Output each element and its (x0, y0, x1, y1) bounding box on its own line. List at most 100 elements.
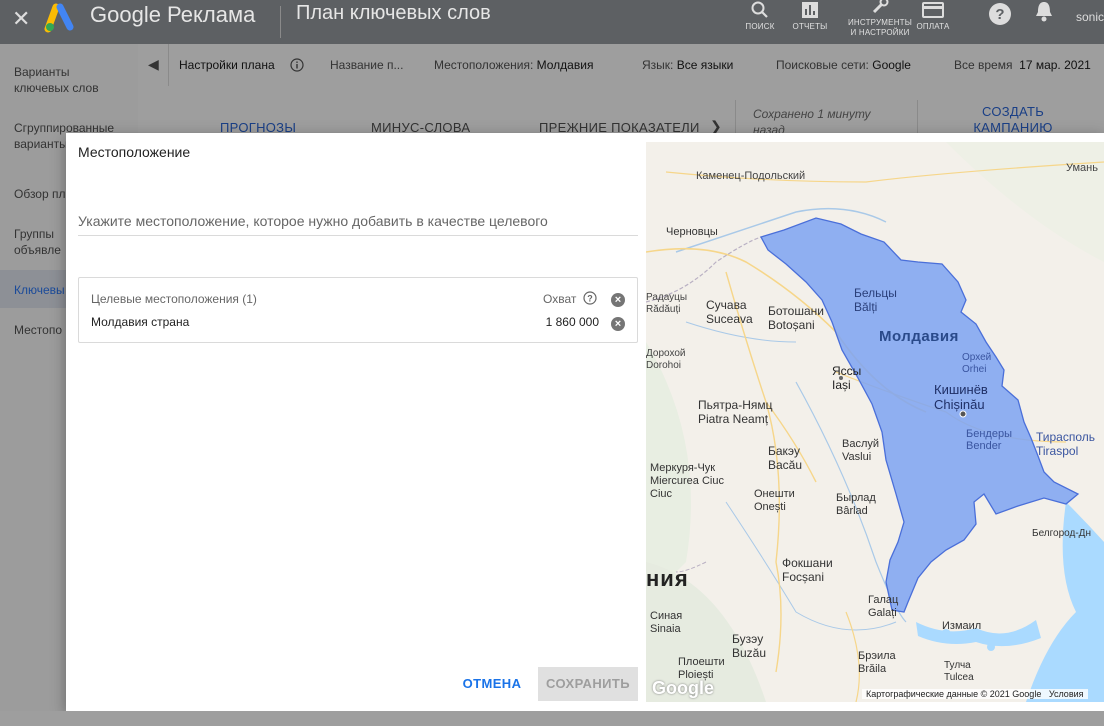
user-account[interactable]: sonic (1076, 10, 1104, 24)
tools-button[interactable]: ИНСТРУМЕНТЫ И НАСТРОЙКИ (845, 0, 915, 38)
plan-name[interactable]: Название п... (330, 58, 403, 72)
sidebar-item-plan-overview[interactable]: Обзор пл (14, 186, 66, 202)
map-label-orhei: Орхей Orhei (962, 352, 991, 376)
reports-icon (802, 2, 818, 18)
brand-name: Google Реклама (90, 2, 256, 27)
info-icon[interactable] (290, 58, 304, 72)
networks-value: Google (872, 58, 911, 72)
reach-header: Охват (543, 292, 577, 306)
help-circle-icon[interactable]: ? (583, 291, 597, 305)
map-label-romania-partial: ния (646, 566, 689, 591)
search-icon (751, 1, 768, 18)
plan-settings-label[interactable]: Настройки плана (179, 58, 275, 72)
map-attribution-text: Картографические данные © 2021 Google (866, 689, 1042, 699)
title-divider (280, 6, 281, 38)
reports-label: ОТЧЕТЫ (792, 22, 828, 31)
map-label-buzau-ru: Бузэу (732, 632, 764, 646)
map-label-miercurea-ciuc: Меркуря-Чук Miercurea Ciuc Ciuc (650, 462, 724, 501)
map-label-suceava: Сучава Suceava (706, 298, 753, 326)
create-campaign-line1: СОЗДАТЬ (981, 104, 1045, 119)
map-label-iasi-ru: Яссы (832, 364, 862, 378)
map-label-sinaia-ru: Синая (650, 610, 683, 622)
sidebar-item-ad-groups[interactable]: Группы объявле (14, 226, 74, 258)
map-label-botosani-ro: Botoșani (768, 318, 815, 332)
dialog-title: Местоположение (78, 144, 191, 160)
map-label-sinaia: Синая Sinaia (650, 610, 682, 636)
reports-button[interactable]: ОТЧЕТЫ (790, 0, 830, 32)
create-campaign-button[interactable]: СОЗДАТЬ КАМПАНИЮ (968, 104, 1058, 136)
sidebar-item-locations[interactable]: Местопо (14, 322, 62, 338)
map-label-vaslui-ro: Vaslui (842, 451, 872, 463)
map-label-onesti: Онешти Onești (754, 488, 795, 514)
map-label-ciuc: Ciuc (650, 488, 673, 500)
map-label-dorohoi-ru: Дорохой (646, 348, 686, 359)
locations-label: Местоположения: (434, 58, 534, 72)
map-label-izmail: Измаил (942, 620, 982, 632)
location-map[interactable]: Каменец-Подольский Умань Черновцы Радауц… (646, 142, 1104, 702)
map-label-piatra-neamt: Пьятра-Нямц Piatra Neamț (698, 398, 773, 426)
map-label-iasi: Яссы Iași (832, 364, 861, 392)
svg-text:?: ? (995, 6, 1004, 23)
remove-all-icon[interactable]: × (611, 293, 625, 307)
map-label-chisinau: Кишинёв Chișinău (934, 382, 988, 412)
collapse-arrow-icon[interactable]: ◀ (148, 56, 159, 73)
plan-networks-filter[interactable]: Поисковые сети: Google (776, 58, 911, 72)
billing-label: ОПЛАТА (916, 22, 950, 31)
date-range-label: Все время (954, 58, 1013, 72)
map-label-piatra-neamt-ru: Пьятра-Нямц (698, 398, 773, 412)
plan-date-range[interactable]: Все время 17 мар. 2021 (954, 58, 1091, 72)
location-dialog: Местоположение Целевые местоположения (1… (66, 133, 1104, 711)
map-label-tulcea-ro: Tulcea (944, 672, 974, 683)
map-terms-link[interactable]: Условия (1049, 689, 1084, 699)
map-label-radauti-ru: Радауцы (646, 292, 688, 303)
remove-location-icon[interactable]: × (611, 317, 625, 331)
cancel-button[interactable]: ОТМЕНА (460, 667, 524, 701)
map-label-kamianets: Каменец-Подольский (696, 170, 806, 182)
map-label-vaslui: Васлуй Vaslui (842, 438, 879, 464)
billing-button[interactable]: ОПЛАТА (910, 0, 956, 32)
bottom-strip (0, 711, 1104, 726)
map-label-galati: Галац Galați (868, 594, 898, 620)
map-label-braila: Брэила Brăila (858, 650, 896, 676)
help-icon[interactable]: ? (988, 2, 1012, 26)
target-location-reach: 1 860 000 (545, 315, 599, 329)
map-label-radauti: Радауцы Rădăuți (646, 292, 687, 316)
map-label-bacau-ru: Бакэу (768, 444, 801, 458)
map-label-sinaia-ro: Sinaia (650, 623, 681, 635)
targeted-locations-header: Целевые местоположения (1) (91, 292, 257, 306)
map-label-tiraspol-ru: Тирасполь (1036, 430, 1096, 444)
map-attribution[interactable]: Картографические данные © 2021 Google Ус… (862, 689, 1088, 699)
map-label-suceava-ru: Сучава (706, 298, 747, 312)
sidebar-item-keyword-ideas[interactable]: Варианты ключевых слов (14, 64, 124, 96)
wrench-icon (872, 0, 889, 14)
billing-icon (922, 2, 944, 18)
close-icon[interactable]: ✕ (12, 6, 30, 32)
networks-label: Поисковые сети: (776, 58, 869, 72)
save-button[interactable]: СОХРАНИТЬ (538, 667, 638, 701)
sidebar-item-keywords[interactable]: Ключевы (14, 282, 65, 298)
map-label-uman: Умань (1066, 162, 1098, 174)
saved-status-line1: Сохранено 1 минуту (753, 107, 871, 121)
search-button[interactable]: ПОИСК (740, 0, 780, 32)
map-label-bender: Бендеры Bender (966, 428, 1012, 452)
bell-icon[interactable] (1034, 0, 1054, 24)
plan-language-filter[interactable]: Язык: Все языки (642, 58, 733, 72)
map-label-bender-ro: Bender (966, 440, 1002, 452)
svg-text:?: ? (587, 294, 593, 304)
map-label-tiraspol: Тирасполь Tiraspol (1036, 430, 1095, 458)
map-label-galati-ro: Galați (868, 607, 897, 619)
plan-locations-filter[interactable]: Местоположения: Молдавия (434, 58, 593, 72)
tabs-row: ПРОГНОЗЫ МИНУС-СЛОВА ПРЕЖНИЕ ПОКАЗАТЕЛИ … (138, 86, 1104, 137)
page-title: План ключевых слов (296, 2, 491, 24)
target-location-name: Молдавия страна (91, 315, 190, 329)
map-label-focsani-ru: Фокшани (782, 556, 833, 570)
map-label-focsani: Фокшани Focșani (782, 556, 833, 584)
tabs-divider-2 (917, 100, 918, 134)
map-label-suceava-ro: Suceava (706, 312, 753, 326)
map-label-balti-ru: Бельцы (854, 286, 897, 300)
map-label-barlad-ro: Bârlad (836, 505, 868, 517)
map-label-focsani-ro: Focșani (782, 570, 825, 584)
location-search-input[interactable] (78, 207, 638, 236)
map-label-braila-ro: Brăila (858, 663, 887, 675)
tabs-divider (735, 100, 736, 134)
